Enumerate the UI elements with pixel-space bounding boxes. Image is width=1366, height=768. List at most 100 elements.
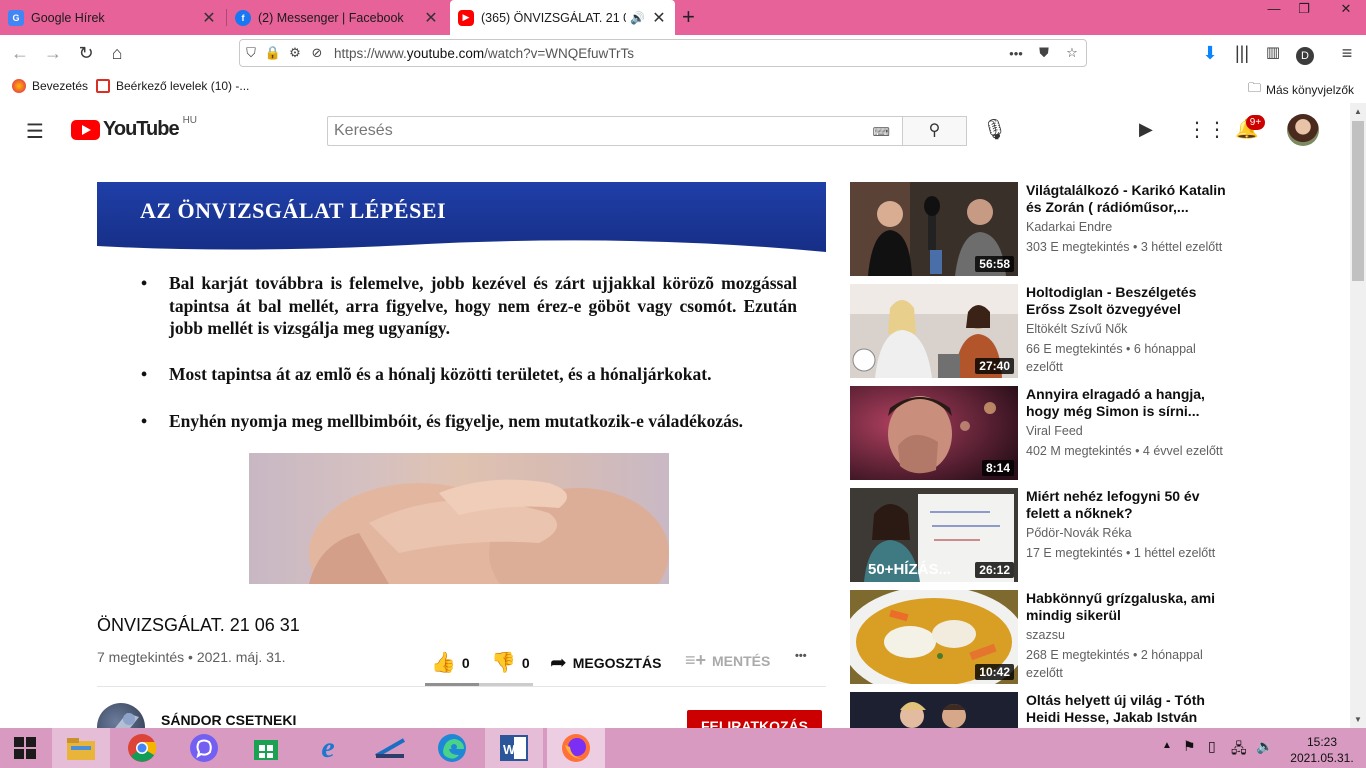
close-tab-icon[interactable]: ✕ xyxy=(423,8,439,28)
edge-icon[interactable] xyxy=(423,728,481,768)
library-icon[interactable]: ||| xyxy=(1229,40,1255,66)
autoplay-blocked-icon[interactable]: ⊘ xyxy=(306,45,328,61)
recommended-video[interactable]: 10:42 Habkönnyű grízgaluska, ami mindig … xyxy=(850,590,1230,684)
new-tab-button[interactable]: + xyxy=(682,4,695,30)
network-icon[interactable]: 🖧 xyxy=(1231,738,1247,762)
microsoft-store-icon[interactable] xyxy=(237,728,295,768)
search-icon: ⚲ xyxy=(928,122,941,139)
recommended-video[interactable]: 8:14 Annyira elragadó a hangja, hogy még… xyxy=(850,386,1230,480)
video-thumbnail[interactable]: 27:40 xyxy=(850,284,1018,378)
address-bar[interactable]: ⛉ 🔒 ⚙ ⊘ https://www.youtube.com/watch?v=… xyxy=(239,39,1087,67)
back-button[interactable]: ← xyxy=(7,40,33,66)
action-center-flag-icon[interactable]: ⚑ xyxy=(1183,738,1196,755)
show-hidden-icons[interactable]: ▲ xyxy=(1162,740,1172,751)
other-bookmarks[interactable]: 🗀 Más könyvjelzők xyxy=(1248,79,1354,101)
recommended-video[interactable]: 27:40 Holtodiglan - Beszélgetés Erőss Zs… xyxy=(850,284,1230,378)
firefox-icon xyxy=(12,79,26,93)
user-avatar[interactable] xyxy=(1287,114,1319,146)
lock-icon[interactable]: 🔒 xyxy=(262,45,284,61)
internet-explorer-icon[interactable]: e xyxy=(299,728,357,768)
apps-grid-icon[interactable]: ⋮⋮ xyxy=(1187,117,1227,142)
home-button[interactable]: ⌂ xyxy=(104,40,130,66)
playlist-add-icon: ≡+ xyxy=(685,650,707,670)
dislike-button[interactable]: 👎 0 xyxy=(491,650,530,675)
channel-name[interactable]: SÁNDOR CSETNEKI xyxy=(161,712,296,728)
video-view-info: 7 megtekintés • 2021. máj. 31. xyxy=(97,649,286,665)
recommended-video-channel[interactable]: Pődör-Novák Réka xyxy=(1026,526,1132,540)
reload-button[interactable]: ↻ xyxy=(73,40,99,66)
search-input[interactable]: Keresés ⌨ xyxy=(327,116,903,146)
forward-button[interactable]: → xyxy=(40,40,66,66)
scrollbar-thumb[interactable] xyxy=(1352,121,1364,281)
divider xyxy=(97,686,826,687)
word-icon[interactable]: W xyxy=(485,728,543,768)
speaker-icon[interactable]: 🔊 xyxy=(630,11,645,25)
pocket-icon[interactable]: ⛊ xyxy=(1030,45,1058,61)
downloads-icon[interactable]: ⬇ xyxy=(1197,40,1223,66)
tab-messenger[interactable]: f (2) Messenger | Facebook ✕ xyxy=(227,0,447,35)
bookmark-item[interactable]: Beérkező levelek (10) -... xyxy=(96,79,249,93)
slide-title: AZ ÖNVIZSGÁLAT LÉPÉSEI xyxy=(140,198,447,223)
search-button[interactable]: ⚲ xyxy=(902,116,967,146)
recommended-video-title[interactable]: Világtalálkozó - Karikó Katalin és Zorán… xyxy=(1026,182,1230,216)
share-arrow-icon: ➦ xyxy=(550,652,567,674)
recommended-video-title[interactable]: Annyira elragadó a hangja, hogy még Simo… xyxy=(1026,386,1230,420)
restore-button[interactable]: ❐ xyxy=(1289,0,1319,20)
minimize-button[interactable]: — xyxy=(1259,0,1289,20)
viber-icon[interactable] xyxy=(175,728,233,768)
close-window-button[interactable]: ✕ xyxy=(1326,0,1366,20)
battery-icon[interactable]: ▯ xyxy=(1208,738,1216,755)
keyboard-icon[interactable]: ⌨ xyxy=(873,125,890,139)
taskbar-clock[interactable]: 15:23 2021.05.31. xyxy=(1282,734,1362,766)
chrome-icon[interactable] xyxy=(113,728,171,768)
microphone-icon[interactable]: 🎙 xyxy=(982,117,1007,142)
video-player[interactable]: AZ ÖNVIZSGÁLAT LÉPÉSEI • Bal karját tová… xyxy=(97,182,826,592)
scroll-up-icon[interactable]: ▲ xyxy=(1354,107,1362,116)
recommended-video-title[interactable]: Habkönnyű grízgaluska, ami mindig sikerü… xyxy=(1026,590,1230,624)
start-button[interactable] xyxy=(0,728,50,768)
url-text[interactable]: https://www.youtube.com/watch?v=WNQEfuwT… xyxy=(334,46,1002,61)
sidebar-toggle-icon[interactable]: ▥ xyxy=(1260,40,1286,66)
recommended-video-title[interactable]: Miért nehéz lefogyni 50 év felett a nőkn… xyxy=(1026,488,1230,522)
bookmark-item[interactable]: Bevezetés xyxy=(12,79,88,93)
recommended-video[interactable]: 56:58 Világtalálkozó - Karikó Katalin és… xyxy=(850,182,1230,276)
save-button[interactable]: ≡+ MENTÉS xyxy=(685,650,770,671)
recommended-video-title[interactable]: Holtodiglan - Beszélgetés Erőss Zsolt öz… xyxy=(1026,284,1230,318)
video-thumbnail[interactable] xyxy=(850,692,1018,728)
shield-icon[interactable]: ⛉ xyxy=(240,45,262,61)
tab-google-news[interactable]: G Google Hírek ✕ xyxy=(0,0,225,35)
create-video-icon[interactable]: ▶ xyxy=(1139,119,1153,140)
video-thumbnail[interactable]: 50+HÍZÁS... 26:12 xyxy=(850,488,1018,582)
video-thumbnail[interactable]: 10:42 xyxy=(850,590,1018,684)
page-scrollbar[interactable]: ▲ ▼ xyxy=(1350,103,1366,728)
video-thumbnail[interactable]: 8:14 xyxy=(850,386,1018,480)
video-thumbnail[interactable]: 56:58 xyxy=(850,182,1018,276)
scanner-app-icon[interactable] xyxy=(361,728,419,768)
volume-icon[interactable]: 🔉 xyxy=(1256,738,1273,755)
close-tab-icon[interactable]: ✕ xyxy=(201,8,217,28)
account-avatar[interactable]: D xyxy=(1292,40,1318,66)
scroll-down-icon[interactable]: ▼ xyxy=(1354,715,1362,724)
more-actions-button[interactable]: ••• xyxy=(795,650,807,662)
menu-icon[interactable]: ≡ xyxy=(1334,40,1360,66)
file-explorer-icon[interactable] xyxy=(52,728,110,768)
tab-youtube[interactable]: ▶ (365) ÖNVIZSGÁLAT. 21 06 3 🔊 ✕ xyxy=(450,0,675,35)
recommended-video-meta: 66 E megtekintés • 6 hónappal ezelőtt xyxy=(1026,342,1196,374)
recommended-video-channel[interactable]: Eltökélt Szívű Nők xyxy=(1026,322,1127,336)
recommended-video-title[interactable]: Oltás helyett új világ - Tóth Heidi Hess… xyxy=(1026,692,1230,726)
recommended-video[interactable]: Oltás helyett új világ - Tóth Heidi Hess… xyxy=(850,692,1230,728)
page-actions-icon[interactable]: ••• xyxy=(1002,46,1030,61)
google-news-icon: G xyxy=(8,9,24,26)
close-tab-icon[interactable]: ✕ xyxy=(651,8,667,28)
like-button[interactable]: 👍 0 xyxy=(431,650,470,675)
share-button[interactable]: ➦ MEGOSZTÁS xyxy=(550,650,661,675)
youtube-logo[interactable]: YouTube HU xyxy=(71,115,197,141)
recommended-video-channel[interactable]: Kadarkai Endre xyxy=(1026,220,1112,234)
recommended-video[interactable]: 50+HÍZÁS... 26:12 Miért nehéz lefogyni 5… xyxy=(850,488,1230,582)
firefox-taskbar-icon[interactable] xyxy=(547,728,605,768)
recommended-video-channel[interactable]: Viral Feed xyxy=(1026,424,1083,438)
bookmark-star-icon[interactable]: ☆ xyxy=(1058,45,1086,61)
hamburger-menu-icon[interactable]: ☰ xyxy=(26,119,44,144)
permissions-icon[interactable]: ⚙ xyxy=(284,45,306,61)
recommended-video-channel[interactable]: szazsu xyxy=(1026,628,1065,642)
